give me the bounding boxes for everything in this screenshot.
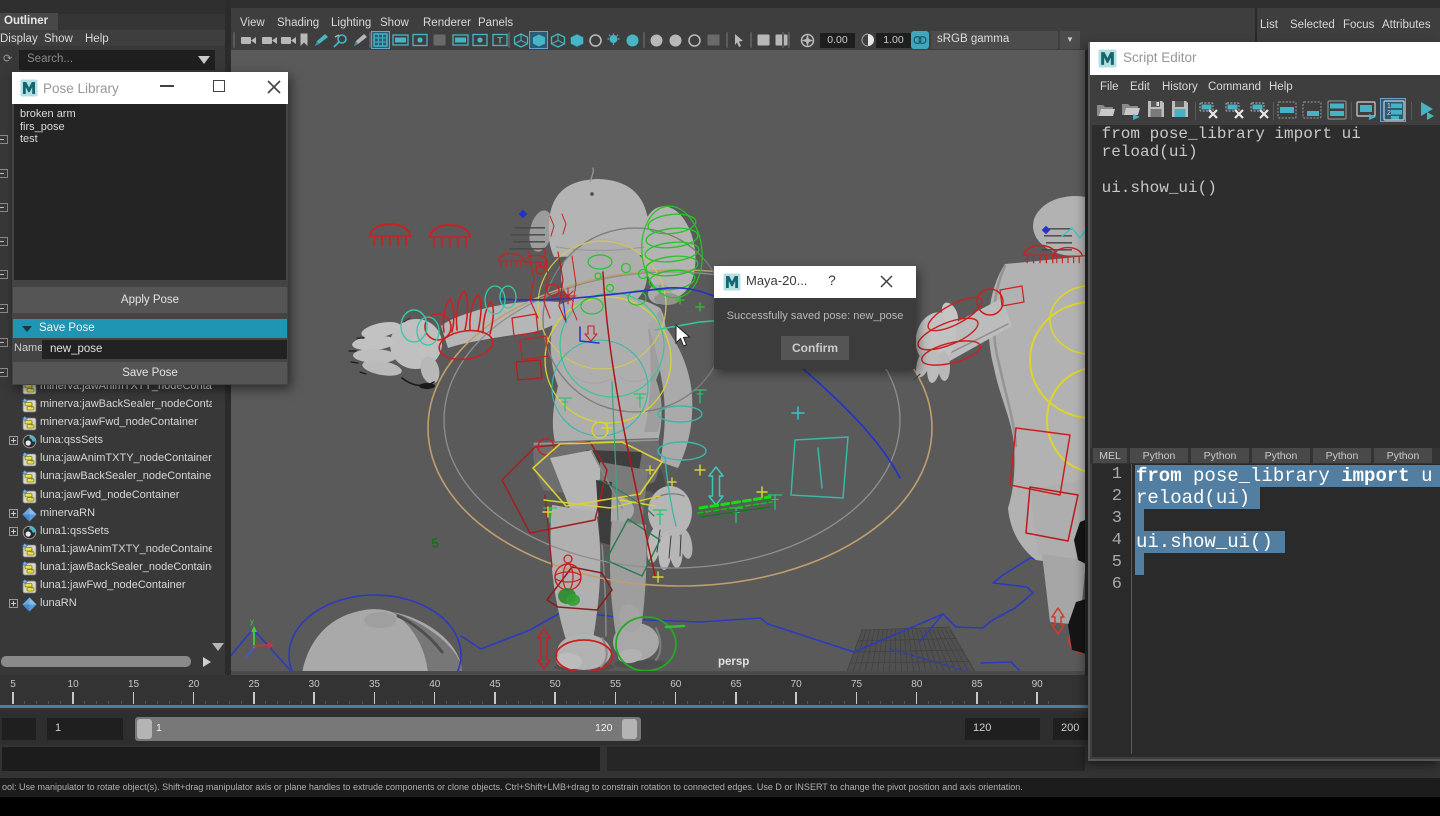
svg-text:y: y	[250, 617, 254, 626]
svg-text:T: T	[497, 36, 503, 46]
svg-text:1: 1	[1387, 103, 1391, 110]
svg-text:2: 2	[1387, 110, 1391, 117]
svg-text:5: 5	[430, 535, 439, 551]
svg-text:persp: persp	[718, 656, 749, 668]
